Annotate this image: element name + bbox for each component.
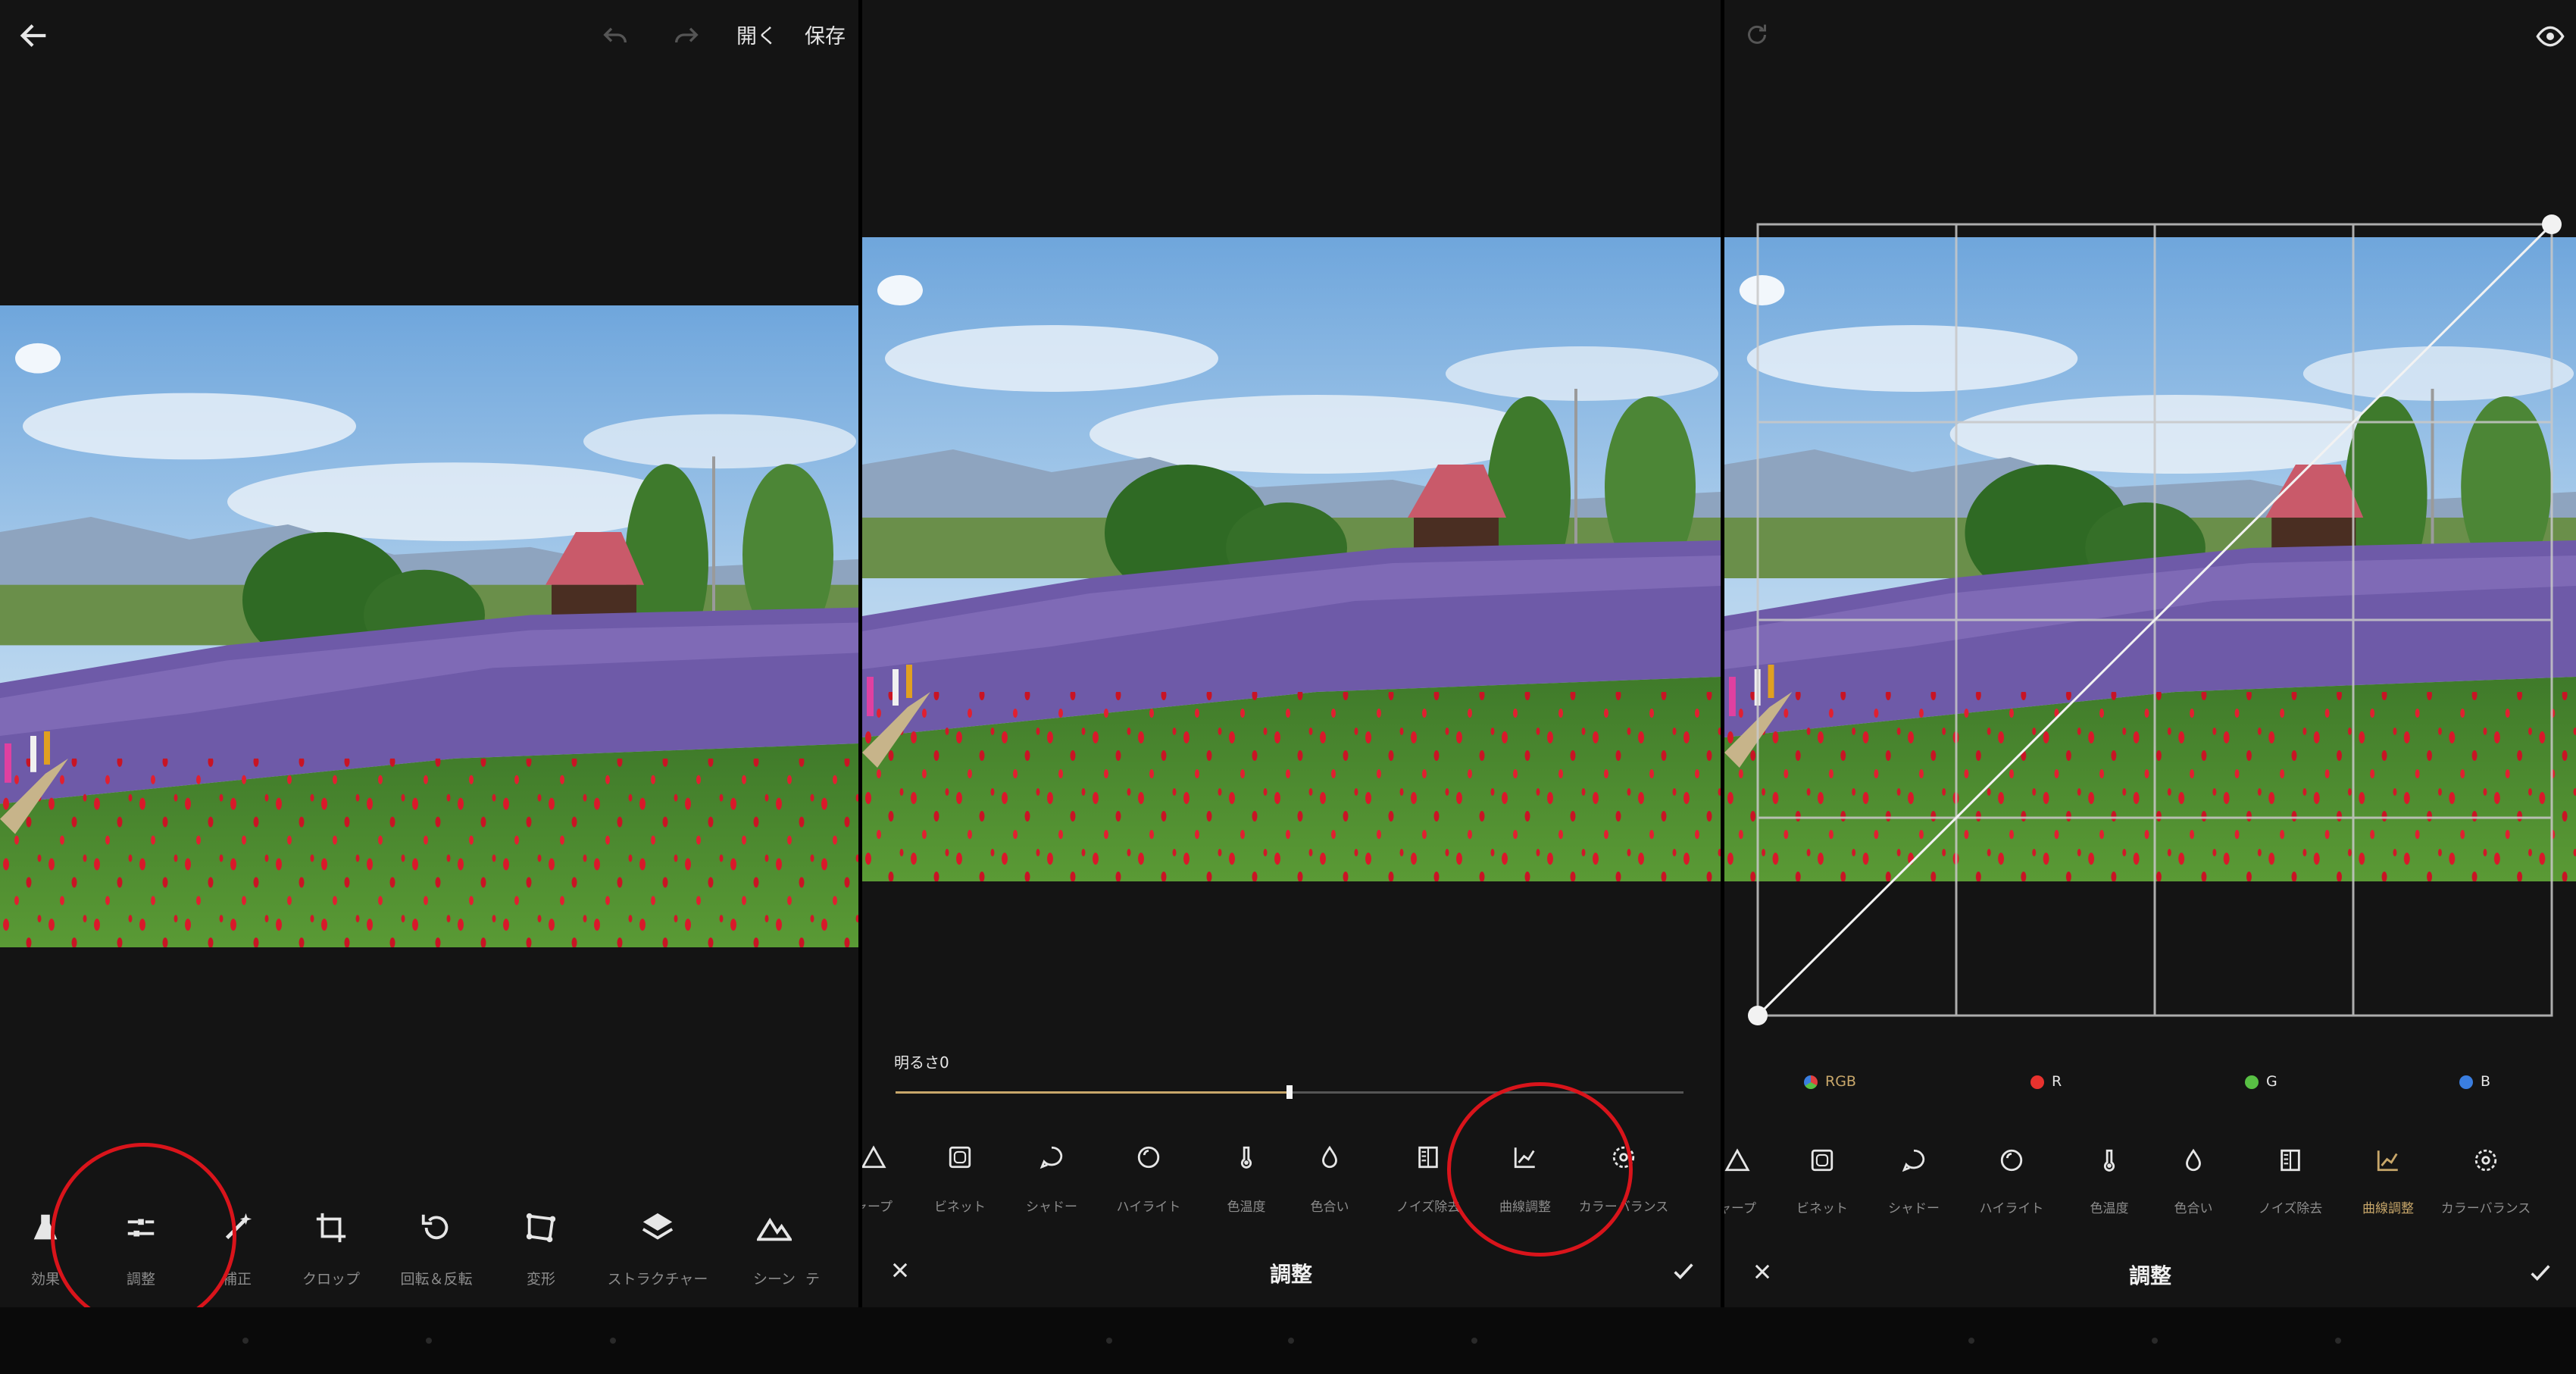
tool-partial[interactable]: テ [805,1210,851,1294]
denoise-icon [1415,1144,1441,1170]
tool-highlight[interactable]: ハイライト [1092,1144,1205,1228]
nav-dot[interactable] [1471,1338,1477,1344]
nav-dot[interactable] [2335,1338,2341,1344]
screen-title: 調整 [2128,1263,2171,1288]
crop-icon [314,1210,349,1245]
channel-rgb[interactable]: RGB [1804,1073,1856,1090]
redo-icon[interactable] [671,20,702,50]
tool-label: テ [805,1271,821,1288]
nav-dot[interactable] [242,1338,249,1344]
save-button[interactable]: 保存 [805,20,846,49]
layers-icon [640,1210,675,1245]
nav-dot[interactable] [1968,1338,1974,1344]
photo-preview [0,305,858,947]
triangle-icon [1724,1147,1750,1173]
tool-shadow[interactable]: シャドー [1857,1147,1971,1231]
adjust-screen: 明るさ0 ャープ ビネット シャドー ハイライト 色温度 色合い ノイズ除去 曲… [862,0,1721,1307]
tool-curves-active[interactable]: 曲線調整 [2331,1147,2445,1231]
close-icon[interactable] [889,1260,911,1281]
triangle-icon [862,1144,886,1170]
channel-b[interactable]: B [2459,1073,2490,1090]
red-dot-icon [2030,1075,2044,1089]
vignette-icon [947,1144,973,1170]
annotation-circle [1447,1082,1633,1257]
tool-color-balance[interactable]: カラーバランス [2429,1147,2543,1231]
green-dot-icon [2245,1075,2259,1089]
highlight-icon [1136,1144,1161,1170]
color-balance-icon [2473,1147,2499,1173]
channel-r[interactable]: R [2030,1073,2062,1090]
nav-dot[interactable] [610,1338,616,1344]
rgb-dot-icon [1804,1075,1818,1089]
rotate-icon [419,1210,454,1245]
curve-point-white[interactable] [2542,214,2562,234]
vignette-icon [1809,1147,1835,1173]
mountain-icon [757,1210,792,1245]
screen-title: 調整 [1269,1262,1312,1287]
curve-graph[interactable] [1724,0,2576,1061]
tool-label: カラーバランス [2440,1201,2531,1216]
curves-screen: RGB R G B ャープ ビネット シャドー ハイライト 色温度 色合い ノイ… [1724,0,2576,1307]
shadow-icon [1039,1144,1064,1170]
curve-graph-icon [2375,1147,2401,1173]
back-arrow-icon[interactable] [17,18,52,53]
check-icon[interactable] [2528,1260,2553,1285]
thermometer-icon [1233,1144,1259,1170]
check-icon[interactable] [1671,1258,1696,1284]
slider-fill [896,1091,1290,1094]
open-button[interactable]: 開く [736,20,777,49]
editor-screen-main: 開く 保存 効果 調整 補正 クロップ 回転＆反転 変形 ストラクチャー シーン… [0,0,858,1307]
nav-dot[interactable] [2152,1338,2158,1344]
droplet-icon [2181,1147,2206,1173]
tool-tint[interactable]: 色合い [1273,1144,1386,1228]
tool-highlight[interactable]: ハイライト [1955,1147,2068,1231]
nav-dot[interactable] [1106,1338,1112,1344]
curve-point-black[interactable] [1748,1006,1768,1025]
tool-structure[interactable]: ストラクチャー [601,1210,714,1294]
blue-dot-icon [2459,1075,2473,1089]
channel-g[interactable]: G [2245,1073,2277,1090]
photo-preview [862,237,1721,881]
annotation-circle [51,1143,236,1307]
tool-transform[interactable]: 変形 [484,1210,598,1294]
highlight-icon [1999,1147,2024,1173]
slider-handle[interactable] [1286,1085,1293,1099]
close-icon[interactable] [1752,1261,1773,1282]
transform-icon [524,1210,558,1245]
nav-dot[interactable] [1288,1338,1294,1344]
undo-icon[interactable] [600,20,630,50]
denoise-icon [2277,1147,2303,1173]
tool-denoise[interactable]: ノイズ除去 [2234,1147,2347,1231]
brightness-label: 明るさ0 [894,1053,949,1072]
droplet-icon [1317,1144,1343,1170]
shadow-icon [1901,1147,1927,1173]
nav-dot[interactable] [426,1338,432,1344]
thermometer-icon [2096,1147,2122,1173]
